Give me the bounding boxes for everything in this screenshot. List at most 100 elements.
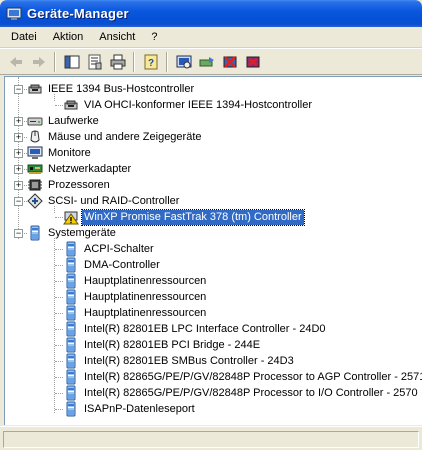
tree-line	[18, 77, 19, 239]
tree-item[interactable]: Netzwerkadapter	[27, 161, 133, 177]
tree-item[interactable]: Intel(R) 82801EB SMBus Controller - 24D3	[63, 353, 296, 369]
mouse-icon	[30, 130, 40, 143]
network-adapter-icon	[27, 164, 43, 174]
tree-line	[55, 281, 63, 282]
tree-item-label: Mäuse und andere Zeigegeräte	[48, 130, 202, 143]
tree-item[interactable]: DMA-Controller	[63, 257, 162, 273]
system-device-icon	[66, 353, 76, 369]
tree-item-label: Intel(R) 82801EB PCI Bridge - 244E	[84, 338, 261, 351]
tree-item[interactable]: Mäuse und andere Zeigegeräte	[27, 129, 204, 145]
tree-expander[interactable]: −	[14, 229, 23, 238]
disk-drive-icon	[27, 117, 43, 126]
monitor-icon	[27, 146, 43, 159]
tree-item[interactable]: Systemgeräte	[27, 225, 118, 241]
tree-expander[interactable]: +	[14, 165, 23, 174]
uninstall-device-button[interactable]	[241, 51, 264, 73]
tree-line	[55, 361, 63, 362]
system-device-icon	[66, 289, 76, 305]
print-icon	[110, 54, 125, 69]
tree-item[interactable]: VIA OHCI-konformer IEEE 1394-Hostcontrol…	[63, 97, 314, 113]
tree-item-label: DMA-Controller	[84, 258, 160, 271]
tree-item[interactable]: Hauptplatinenressourcen	[63, 273, 208, 289]
tree-item[interactable]: Monitore	[27, 145, 93, 161]
system-device-icon	[66, 305, 76, 321]
tree-item[interactable]: SCSI- und RAID-Controller	[27, 193, 181, 209]
menu-datei[interactable]: Datei	[3, 29, 45, 45]
ieee1394-icon	[28, 84, 42, 94]
tree-item-label: ISAPnP-Datenleseport	[84, 402, 195, 415]
tree-item-label: IEEE 1394 Bus-Hostcontroller	[48, 82, 195, 95]
tree-item-label: Intel(R) 82801EB LPC Interface Controlle…	[84, 322, 326, 335]
tree-line	[55, 345, 63, 346]
scan-hardware-button[interactable]	[172, 51, 195, 73]
update-driver-icon	[199, 56, 214, 66]
forward-button[interactable]	[27, 51, 50, 73]
back-button[interactable]	[4, 51, 27, 73]
tree-item[interactable]: Hauptplatinenressourcen	[63, 289, 208, 305]
device-tree[interactable]: − IEEE 1394 Bus-Hostcontroller VIA OHCI-ko…	[4, 76, 422, 425]
help-button[interactable]: ?	[139, 51, 162, 73]
tree-item[interactable]: Prozessoren	[27, 177, 112, 193]
tree-expander[interactable]: −	[14, 197, 23, 206]
tree-item[interactable]: Hauptplatinenressourcen	[63, 305, 208, 321]
tree-line	[55, 265, 63, 266]
tree-expander[interactable]: +	[14, 149, 23, 158]
processor-icon	[28, 179, 42, 191]
menu-bar: Datei Aktion Ansicht ?	[0, 27, 422, 48]
device-manager-icon	[6, 7, 22, 20]
tree-expander[interactable]: −	[14, 85, 23, 94]
tree-item[interactable]: Intel(R) 82801EB PCI Bridge - 244E	[63, 337, 262, 353]
show-hide-console-tree-button[interactable]	[60, 51, 83, 73]
system-device-icon	[30, 225, 40, 241]
system-device-icon	[66, 257, 76, 273]
system-device-icon	[66, 241, 76, 257]
scan-hardware-icon	[176, 55, 191, 68]
tree-line	[55, 329, 63, 330]
tree-line	[55, 105, 63, 106]
tree-item-label: Intel(R) 82865G/PE/P/GV/82848P Processor…	[84, 386, 418, 399]
menu-aktion[interactable]: Aktion	[45, 29, 92, 45]
tree-item[interactable]: Intel(R) 82865G/PE/P/GV/82848P Processor…	[63, 369, 422, 385]
tree-line	[55, 377, 63, 378]
tree-item[interactable]: IEEE 1394 Bus-Hostcontroller	[27, 81, 196, 97]
back-icon	[9, 56, 22, 67]
status-pane	[3, 431, 419, 448]
toolbar-separator	[54, 51, 56, 72]
tree-line	[55, 393, 63, 394]
system-device-icon	[66, 369, 76, 385]
status-bar	[0, 426, 422, 450]
toolbar-separator	[166, 51, 168, 72]
system-device-icon	[66, 385, 76, 401]
tree-item-label: Prozessoren	[48, 178, 110, 191]
update-driver-button[interactable]	[195, 51, 218, 73]
tree-line	[55, 409, 63, 410]
tree-item[interactable]: Intel(R) 82865G/PE/P/GV/82848P Processor…	[63, 385, 420, 401]
tree-item-label: WinXP Promise FastTrak 378 (tm) Controll…	[81, 208, 305, 226]
title-bar[interactable]: Geräte-Manager	[0, 0, 422, 27]
tree-item[interactable]: Laufwerke	[27, 113, 101, 129]
tree-item[interactable]: WinXP Promise FastTrak 378 (tm) Controll…	[63, 208, 305, 226]
menu-help[interactable]: ?	[143, 29, 165, 45]
tree-expander[interactable]: +	[14, 181, 23, 190]
menu-ansicht[interactable]: Ansicht	[91, 29, 143, 45]
tree-item-label: Hauptplatinenressourcen	[84, 290, 207, 303]
properties-button[interactable]	[83, 51, 106, 73]
toolbar: ?	[0, 48, 422, 75]
tree-item-label: Hauptplatinenressourcen	[84, 306, 207, 319]
tree-item-label: Intel(R) 82865G/PE/P/GV/82848P Processor…	[84, 370, 422, 383]
tree-expander[interactable]: +	[14, 117, 23, 126]
tree-item-label: Hauptplatinenressourcen	[84, 274, 207, 287]
system-device-icon	[66, 321, 76, 337]
tree-item[interactable]: ACPI-Schalter	[63, 241, 156, 257]
svg-text:?: ?	[147, 58, 153, 69]
tree-item[interactable]: ISAPnP-Datenleseport	[63, 401, 197, 417]
uninstall-device-icon	[246, 56, 259, 67]
disable-device-button[interactable]	[218, 51, 241, 73]
tree-line	[55, 249, 63, 250]
tree-item-label: SCSI- und RAID-Controller	[48, 194, 180, 207]
help-icon: ?	[144, 54, 157, 69]
print-button[interactable]	[106, 51, 129, 73]
tree-item[interactable]: Intel(R) 82801EB LPC Interface Controlle…	[63, 321, 328, 337]
properties-icon	[88, 54, 101, 69]
tree-expander[interactable]: +	[14, 133, 23, 142]
